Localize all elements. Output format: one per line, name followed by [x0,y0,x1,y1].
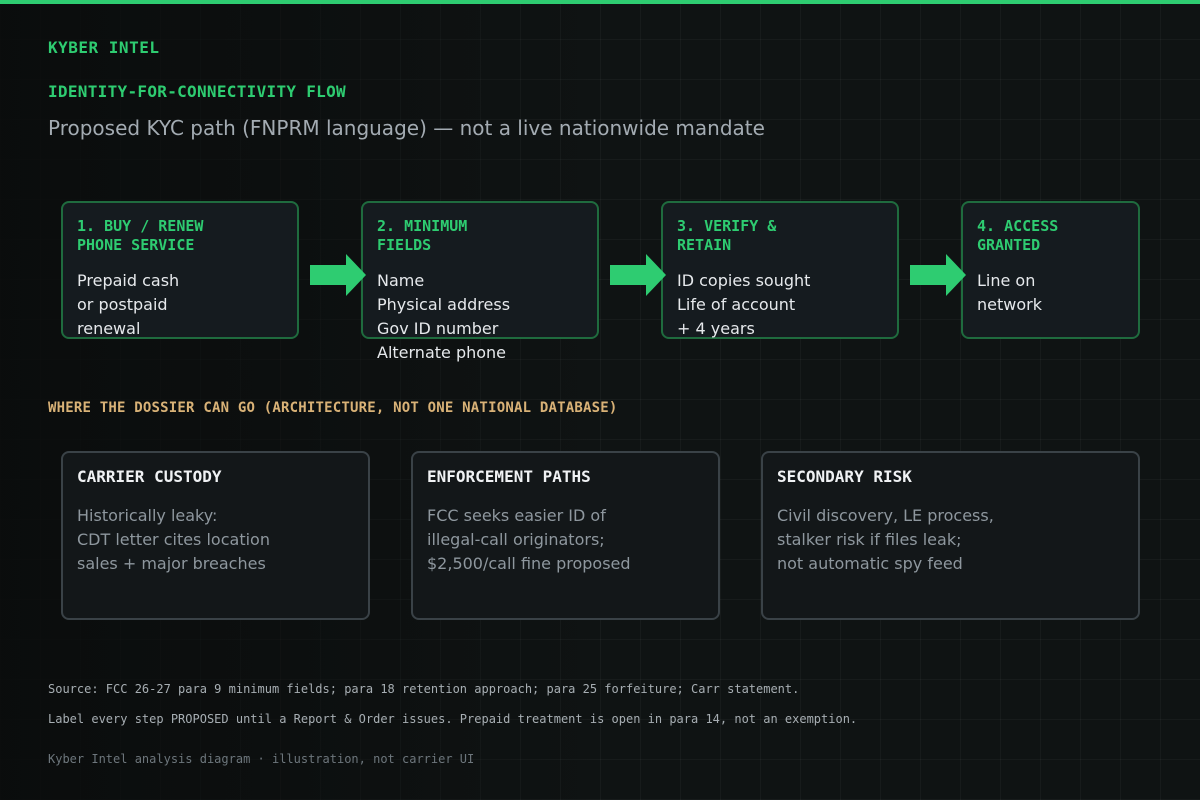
card-body: Historically leaky: CDT letter cites loc… [77,504,354,576]
card-title: ENFORCEMENT PATHS [427,467,591,486]
card-enforcement-paths: ENFORCEMENT PATHS FCC seeks easier ID of… [411,451,720,620]
card-body: FCC seeks easier ID of illegal-call orig… [427,504,704,576]
card-title: CARRIER CUSTODY [77,467,222,486]
step-body: Name Physical address Gov ID number Alte… [377,269,583,365]
card-line: CDT letter cites location [77,530,270,549]
card-line: Historically leaky: [77,506,218,525]
dossier-section-title: WHERE THE DOSSIER CAN GO (ARCHITECTURE, … [48,400,618,416]
source-note: Source: FCC 26-27 para 9 minimum fields;… [48,682,800,696]
card-line: FCC seeks easier ID of [427,506,606,525]
card-line: sales + major breaches [77,554,266,573]
top-accent-bar [0,0,1200,4]
footer-caption: Kyber Intel analysis diagram · illustrat… [48,752,475,766]
step-line: Prepaid cash [77,271,180,290]
step-line: ID copies sought [677,271,811,290]
card-line: stalker risk if files leak; [777,530,962,549]
step-body: Prepaid cash or postpaid renewal [77,269,283,341]
card-line: Civil discovery, LE process, [777,506,994,525]
flow-title: IDENTITY-FOR-CONNECTIVITY FLOW [48,82,346,101]
card-title: SECONDARY RISK [777,467,912,486]
brand-label: KYBER INTEL [48,38,160,57]
step-box-4: 4. ACCESS GRANTED Line on network [961,201,1140,339]
arrow-right-icon [310,254,366,296]
card-secondary-risk: SECONDARY RISK Civil discovery, LE proce… [761,451,1140,620]
step-line: Line on [977,271,1036,290]
step-line: renewal [77,319,141,338]
card-line: $2,500/call fine proposed [427,554,631,573]
step-line: network [977,295,1042,314]
card-line: illegal-call originators; [427,530,605,549]
step-title: 4. ACCESS GRANTED [977,217,1059,254]
step-box-1: 1. BUY / RENEW PHONE SERVICE Prepaid cas… [61,201,299,339]
step-line: Alternate phone [377,343,507,362]
card-line: not automatic spy feed [777,554,963,573]
step-title: 1. BUY / RENEW PHONE SERVICE [77,217,204,254]
step-line: Gov ID number [377,319,499,338]
step-line: + 4 years [677,319,755,338]
subtitle: Proposed KYC path (FNPRM language) — not… [48,116,765,140]
step-title: 2. MINIMUM FIELDS [377,217,468,254]
step-line: Physical address [377,295,511,314]
arrow-right-icon [910,254,966,296]
step-line: Name [377,271,425,290]
card-carrier-custody: CARRIER CUSTODY Historically leaky: CDT … [61,451,370,620]
step-title: 3. VERIFY & RETAIN [677,217,777,254]
arrow-right-icon [610,254,666,296]
card-body: Civil discovery, LE process, stalker ris… [777,504,1124,576]
step-body: ID copies sought Life of account + 4 yea… [677,269,883,341]
label-note: Label every step PROPOSED until a Report… [48,712,858,726]
step-line: Life of account [677,295,796,314]
step-box-2: 2. MINIMUM FIELDS Name Physical address … [361,201,599,362]
step-body: Line on network [977,269,1124,317]
step-line: or postpaid [77,295,168,314]
step-box-3: 3. VERIFY & RETAIN ID copies sought Life… [661,201,899,339]
